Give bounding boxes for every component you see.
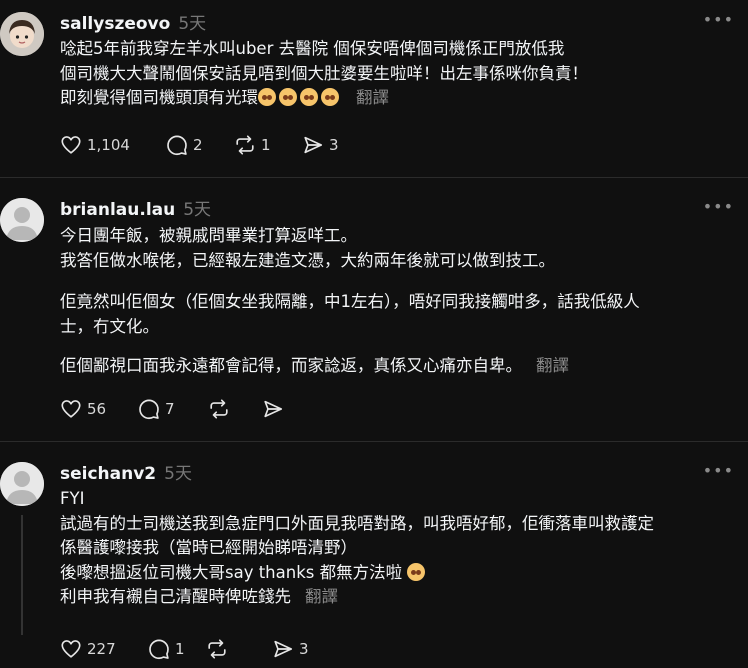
post-paragraph: 佢竟然叫佢個女（佢個女坐我隔離，中1左右），唔好同我接觸咁多，話我低級人 士，冇… — [60, 290, 736, 339]
text-line: FYI — [60, 489, 85, 508]
text-line-with-emoji: 後嚟想搵返位司機大哥say thanks 都無方法啦 — [60, 561, 736, 586]
avatar[interactable] — [0, 12, 44, 56]
text-line: 士，冇文化。 — [60, 316, 159, 336]
share-icon — [304, 136, 323, 154]
translate-link[interactable]: 翻譯 — [536, 356, 569, 375]
username-text[interactable]: brianlau.lau — [60, 200, 175, 220]
text-line: 即刻覺得個司機頭頂有光環 — [60, 88, 258, 107]
like-count: 56 — [87, 400, 107, 418]
default-avatar-icon — [0, 198, 44, 242]
text-line: 今日團年飯，被親戚問畢業打算返咩工。 — [60, 226, 357, 245]
username[interactable]: brianlau.lau 5天 — [60, 195, 211, 220]
text-line: 唸起5年前我穿左羊水叫uber 去醫院 個保安唔俾個司機係正門放低我 — [60, 39, 565, 58]
post-paragraph: 佢個鄙視口面我永遠都會記得，而家諗返，真係又心痛亦自卑。 翻譯 — [60, 354, 736, 379]
reply-button[interactable]: 7 — [138, 396, 175, 422]
like-button[interactable]: 1,104 — [60, 132, 130, 158]
post-time[interactable]: 5天 — [183, 200, 211, 220]
post-text: 唸起5年前我穿左羊水叫uber 去醫院 個保安唔俾個司機係正門放低我 個司機大大… — [60, 37, 736, 111]
share-button[interactable] — [262, 396, 289, 422]
reply-count: 7 — [165, 400, 175, 418]
default-avatar-icon — [0, 462, 44, 506]
post-time[interactable]: 5天 — [178, 14, 206, 34]
like-button[interactable]: 227 — [60, 636, 116, 662]
text-line: 個司機大大聲鬧個保安話見唔到個大肚婆要生啦咩！出左事係咪你負責！ — [60, 63, 588, 83]
share-count: 3 — [299, 640, 309, 658]
post-divider — [0, 177, 748, 178]
share-icon — [274, 640, 293, 658]
like-count: 227 — [87, 640, 116, 658]
reply-button[interactable]: 1 — [148, 636, 185, 662]
text-line-with-emoji: 即刻覺得個司機頭頂有光環 翻譯 — [60, 86, 736, 111]
heart-icon — [61, 640, 81, 658]
reply-button[interactable]: 2 — [166, 132, 203, 158]
heart-icon — [61, 400, 81, 418]
avatar[interactable] — [0, 462, 44, 506]
flushed-face-emoji-icon — [300, 88, 318, 106]
post-text: FYI 試過有的士司機送我到急症門口外面見我唔對路，叫我唔好郁，佢衝落車叫救護定… — [60, 487, 736, 610]
share-icon — [264, 400, 283, 418]
text-line-with-translate: 利申我有襯自己清醒時俾咗錢先 翻譯 — [60, 585, 736, 610]
like-count: 1,104 — [87, 136, 130, 154]
more-options-icon[interactable]: ••• — [703, 463, 734, 479]
comment-icon — [139, 399, 159, 420]
comment-icon — [167, 135, 187, 156]
text-line: 佢竟然叫佢個女（佢個女坐我隔離，中1左右），唔好同我接觸咁多，話我低級人 — [60, 292, 640, 311]
translate-link[interactable]: 翻譯 — [356, 88, 389, 107]
post-time[interactable]: 5天 — [164, 464, 192, 484]
like-button[interactable]: 56 — [60, 396, 106, 422]
text-line: 我答佢做水喉佬，已經報左建造文憑，大約兩年後就可以做到技工。 — [60, 250, 555, 270]
post-divider — [0, 441, 748, 442]
flushed-face-emoji-icon — [258, 88, 276, 106]
username-text[interactable]: sallyszeovo — [60, 14, 170, 34]
repost-button[interactable] — [208, 396, 235, 422]
repost-count: 1 — [261, 136, 271, 154]
flushed-face-emoji-icon — [321, 88, 339, 106]
repost-button[interactable] — [206, 636, 233, 662]
text-line: 利申我有襯自己清醒時俾咗錢先 — [60, 587, 291, 606]
avatar[interactable] — [0, 198, 44, 242]
flushed-face-emoji-icon — [407, 562, 426, 581]
username[interactable]: seichanv2 5天 — [60, 459, 192, 484]
share-button[interactable]: 3 — [302, 132, 339, 158]
repost-button[interactable]: 1 — [234, 132, 271, 158]
flushed-face-emoji-icon — [279, 88, 297, 106]
share-button[interactable]: 3 — [272, 636, 309, 662]
post-paragraph: 今日團年飯，被親戚問畢業打算返咩工。 我答佢做水喉佬，已經報左建造文憑，大約兩年… — [60, 224, 736, 273]
share-count: 3 — [329, 136, 339, 154]
reply-count: 2 — [193, 136, 203, 154]
more-options-icon[interactable]: ••• — [703, 199, 734, 215]
text-line-with-translate: 佢個鄙視口面我永遠都會記得，而家諗返，真係又心痛亦自卑。 翻譯 — [60, 354, 736, 379]
text-line: 係醫護嚟接我（當時已經開始睇唔清野） — [60, 538, 357, 557]
text-line: 後嚟想搵返位司機大哥say thanks 都無方法啦 — [60, 562, 403, 582]
repost-icon — [210, 399, 228, 419]
translate-link[interactable]: 翻譯 — [305, 587, 338, 606]
more-options-icon[interactable]: ••• — [703, 12, 734, 28]
username-text[interactable]: seichanv2 — [60, 464, 156, 484]
text-line: 試過有的士司機送我到急症門口外面見我唔對路，叫我唔好郁，佢衝落車叫救護定 — [60, 513, 654, 533]
comment-icon — [149, 639, 169, 660]
repost-icon — [208, 639, 226, 659]
heart-icon — [61, 136, 81, 154]
repost-icon — [236, 135, 254, 155]
thread-line — [21, 515, 23, 635]
text-line: 佢個鄙視口面我永遠都會記得，而家諗返，真係又心痛亦自卑。 — [60, 356, 522, 375]
avatar-photo-icon — [0, 12, 44, 56]
username[interactable]: sallyszeovo 5天 — [60, 9, 206, 34]
reply-count: 1 — [175, 640, 185, 658]
